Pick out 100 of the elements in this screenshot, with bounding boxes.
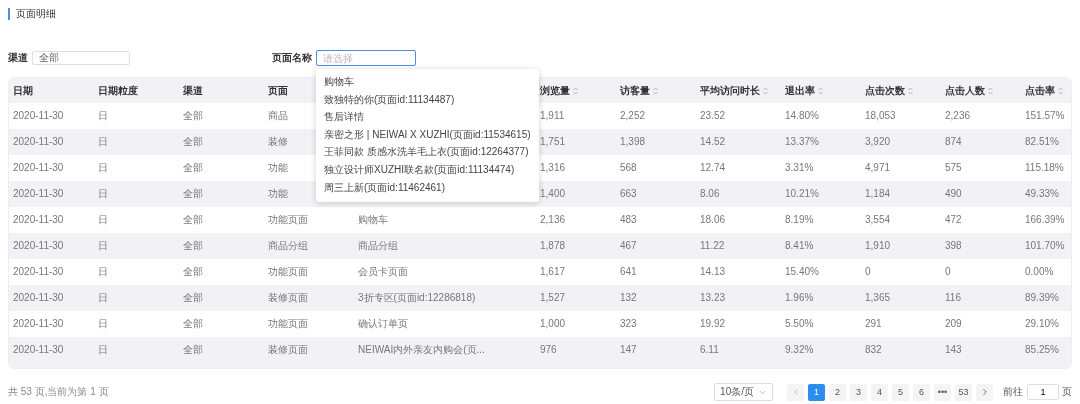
table-cell: 116 bbox=[945, 292, 961, 303]
table-cell: 2020-11-30 bbox=[13, 214, 64, 225]
page-button[interactable]: 2 bbox=[829, 383, 846, 401]
column-header: 浏览量 bbox=[540, 83, 570, 98]
table-cell: 10.21% bbox=[785, 188, 819, 199]
table-cell: 8.06 bbox=[700, 188, 720, 199]
sort-icon[interactable] bbox=[818, 86, 823, 95]
section-title: 页面明细 bbox=[8, 8, 1072, 20]
table-cell: 4,971 bbox=[865, 162, 891, 173]
page-name-field[interactable]: 请选择 bbox=[316, 50, 416, 66]
table-cell: 291 bbox=[865, 318, 882, 329]
table-cell: 5.50% bbox=[785, 318, 814, 329]
table-cell: 166.39% bbox=[1025, 214, 1065, 225]
table-cell: 467 bbox=[620, 240, 637, 251]
table-cell: 1,316 bbox=[540, 162, 566, 173]
page-button[interactable]: 6 bbox=[913, 383, 930, 401]
table-cell: 全部 bbox=[183, 292, 203, 303]
sort-icon[interactable] bbox=[573, 86, 578, 95]
table-cell: 143 bbox=[945, 344, 962, 355]
table-cell: 323 bbox=[620, 318, 637, 329]
filter-label: 渠道 bbox=[8, 51, 28, 65]
page-suffix: 页 bbox=[1062, 385, 1072, 399]
table-cell: 2020-11-30 bbox=[13, 318, 64, 329]
dropdown-option[interactable]: 王菲同款 质感水洗羊毛上衣(页面id:12264377) bbox=[316, 143, 539, 161]
table-cell: 874 bbox=[945, 136, 962, 147]
table-cell: 全部 bbox=[183, 214, 203, 225]
table-cell: 18,053 bbox=[865, 110, 896, 121]
table-cell: 1,184 bbox=[865, 188, 891, 199]
table-cell: 装修页面 bbox=[268, 292, 308, 303]
table-cell: 14.80% bbox=[785, 110, 819, 121]
table-cell: 日 bbox=[98, 266, 108, 277]
prev-page-button[interactable] bbox=[787, 383, 804, 401]
table-cell: 8.19% bbox=[785, 214, 814, 225]
column-header: 日期粒度 bbox=[98, 83, 138, 98]
table-cell: 6.11 bbox=[700, 344, 719, 355]
table-cell: 12.74 bbox=[700, 162, 726, 173]
table-cell: 18.06 bbox=[700, 214, 726, 225]
table-cell: 49.33% bbox=[1025, 188, 1059, 199]
goto-label: 前往 bbox=[1003, 385, 1023, 399]
table-cell: 14.13 bbox=[700, 266, 726, 277]
table-cell: 2020-11-30 bbox=[13, 162, 64, 173]
table-cell: 1,878 bbox=[540, 240, 566, 251]
table-cell: 全部 bbox=[183, 110, 203, 121]
column-header: 点击率 bbox=[1025, 83, 1055, 98]
sort-icon[interactable] bbox=[908, 86, 913, 95]
dropdown-option[interactable]: 售后详情 bbox=[316, 108, 539, 126]
page-button[interactable]: 5 bbox=[892, 383, 909, 401]
page-button[interactable]: 3 bbox=[850, 383, 867, 401]
table-cell: 功能 bbox=[268, 188, 288, 199]
table-cell: 3.31% bbox=[785, 162, 814, 173]
table-cell: 装修 bbox=[268, 136, 288, 147]
table-cell: 商品分组 bbox=[268, 240, 308, 251]
page-button[interactable]: 4 bbox=[871, 383, 888, 401]
page-size-select[interactable]: 10条/页 bbox=[714, 383, 773, 401]
table-cell: 日 bbox=[98, 292, 108, 303]
table-cell: 490 bbox=[945, 188, 962, 199]
column-header: 点击人数 bbox=[945, 83, 985, 98]
next-page-button[interactable] bbox=[976, 383, 993, 401]
table-cell: 101.70% bbox=[1025, 240, 1065, 251]
column-header: 日期 bbox=[13, 83, 33, 98]
table-cell: 2020-11-30 bbox=[13, 266, 64, 277]
table-cell: 2020-11-30 bbox=[13, 292, 64, 303]
table-cell: 483 bbox=[620, 214, 637, 225]
column-header: 退出率 bbox=[785, 83, 815, 98]
table-cell: 115.18% bbox=[1025, 162, 1064, 173]
page-button[interactable]: 53 bbox=[955, 383, 972, 401]
sort-icon[interactable] bbox=[763, 86, 768, 95]
table-cell: 日 bbox=[98, 136, 108, 147]
sort-icon[interactable] bbox=[653, 86, 658, 95]
table-cell: 147 bbox=[620, 344, 637, 355]
dropdown-option[interactable]: 亲密之形 | NEIWAI X XUZHI(页面id:11534615) bbox=[316, 125, 539, 144]
table-cell: 全部 bbox=[183, 266, 203, 277]
table-cell: 功能页面 bbox=[268, 266, 308, 277]
table-cell: 1,617 bbox=[540, 266, 566, 277]
channel-select[interactable]: 全部 bbox=[32, 51, 130, 65]
page-summary: 共 53 页,当前为第 1 页 bbox=[8, 385, 110, 399]
table-cell: 13.23 bbox=[700, 292, 726, 303]
sort-icon[interactable] bbox=[1058, 86, 1063, 95]
dropdown-option[interactable]: 周三上新(页面id:11462461) bbox=[316, 178, 539, 197]
dropdown-option[interactable]: 独立设计师XUZHI联名款(页面id:11134474) bbox=[316, 160, 539, 179]
table-cell: 全部 bbox=[183, 240, 203, 251]
table-cell: 13.37% bbox=[785, 136, 819, 147]
table-cell: 976 bbox=[540, 344, 557, 355]
page-button[interactable]: ••• bbox=[934, 383, 951, 401]
table-cell: 0 bbox=[865, 266, 871, 277]
dropdown-option[interactable]: 购物车 bbox=[316, 73, 539, 91]
table-cell: 2020-11-30 bbox=[13, 136, 64, 147]
table-cell: 1,751 bbox=[540, 136, 566, 147]
table-cell: 0.00% bbox=[1025, 266, 1054, 277]
goto-page-field[interactable]: 1 bbox=[1027, 384, 1059, 400]
table-cell: 832 bbox=[865, 344, 882, 355]
table-cell: 会员卡页面 bbox=[358, 266, 408, 277]
table-cell: 1,398 bbox=[620, 136, 646, 147]
column-header: 平均访问时长 bbox=[700, 83, 760, 98]
table-cell: 2,252 bbox=[620, 110, 646, 121]
sort-icon[interactable] bbox=[988, 86, 993, 95]
table-cell: 功能页面 bbox=[268, 318, 308, 329]
table-cell: 2020-11-30 bbox=[13, 240, 64, 251]
column-header: 点击次数 bbox=[865, 83, 905, 98]
dropdown-option[interactable]: 致独特的你(页面id:11134487) bbox=[316, 90, 539, 109]
